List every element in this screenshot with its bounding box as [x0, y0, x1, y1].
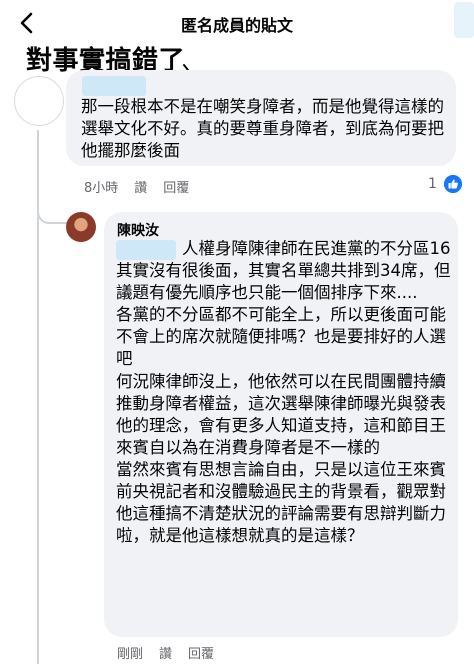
reply-button[interactable]: 回覆	[163, 177, 189, 196]
comment-text: 那一段根本不是在嘲笑身障者，而是他覺得這樣的選舉文化不好。真的要尊重身障者，到底…	[81, 97, 444, 160]
comment-actions: 8小時讚回覆	[84, 177, 205, 196]
comment-text: 人權身障陳律師在民進黨的不分區16其實沒有很後面，其實名單總共排到34席，但議題…	[116, 239, 451, 546]
comment-bubble: 那一段根本不是在嘲笑身障者，而是他覺得這樣的選舉文化不好。真的要尊重身障者，到底…	[66, 70, 456, 166]
thread-connector	[37, 196, 67, 224]
comment-time: 剛剛	[117, 647, 144, 662]
comment-bubble: 人權身障陳律師在民進黨的不分區16其實沒有很後面，其實名單總共排到34席，但議題…	[104, 212, 458, 637]
reply-button[interactable]: 回覆	[188, 643, 214, 662]
page-title: 匿名成員的貼文	[180, 16, 293, 35]
thumbs-up-icon[interactable]	[444, 175, 462, 193]
comment-actions: 剛剛讚回覆	[117, 643, 230, 662]
top-bar: 匿名成員的貼文	[0, 0, 474, 44]
like-button[interactable]: 讚	[134, 177, 147, 196]
like-button[interactable]: 讚	[159, 643, 172, 662]
redacted-area	[454, 2, 474, 38]
avatar[interactable]	[14, 76, 64, 126]
redacted-author-name	[82, 76, 146, 96]
comment-time: 8小時	[84, 181, 119, 196]
avatar[interactable]	[66, 212, 96, 242]
comment-author[interactable]: 陳映汝	[117, 220, 159, 240]
reaction-count[interactable]: 1	[428, 176, 437, 192]
